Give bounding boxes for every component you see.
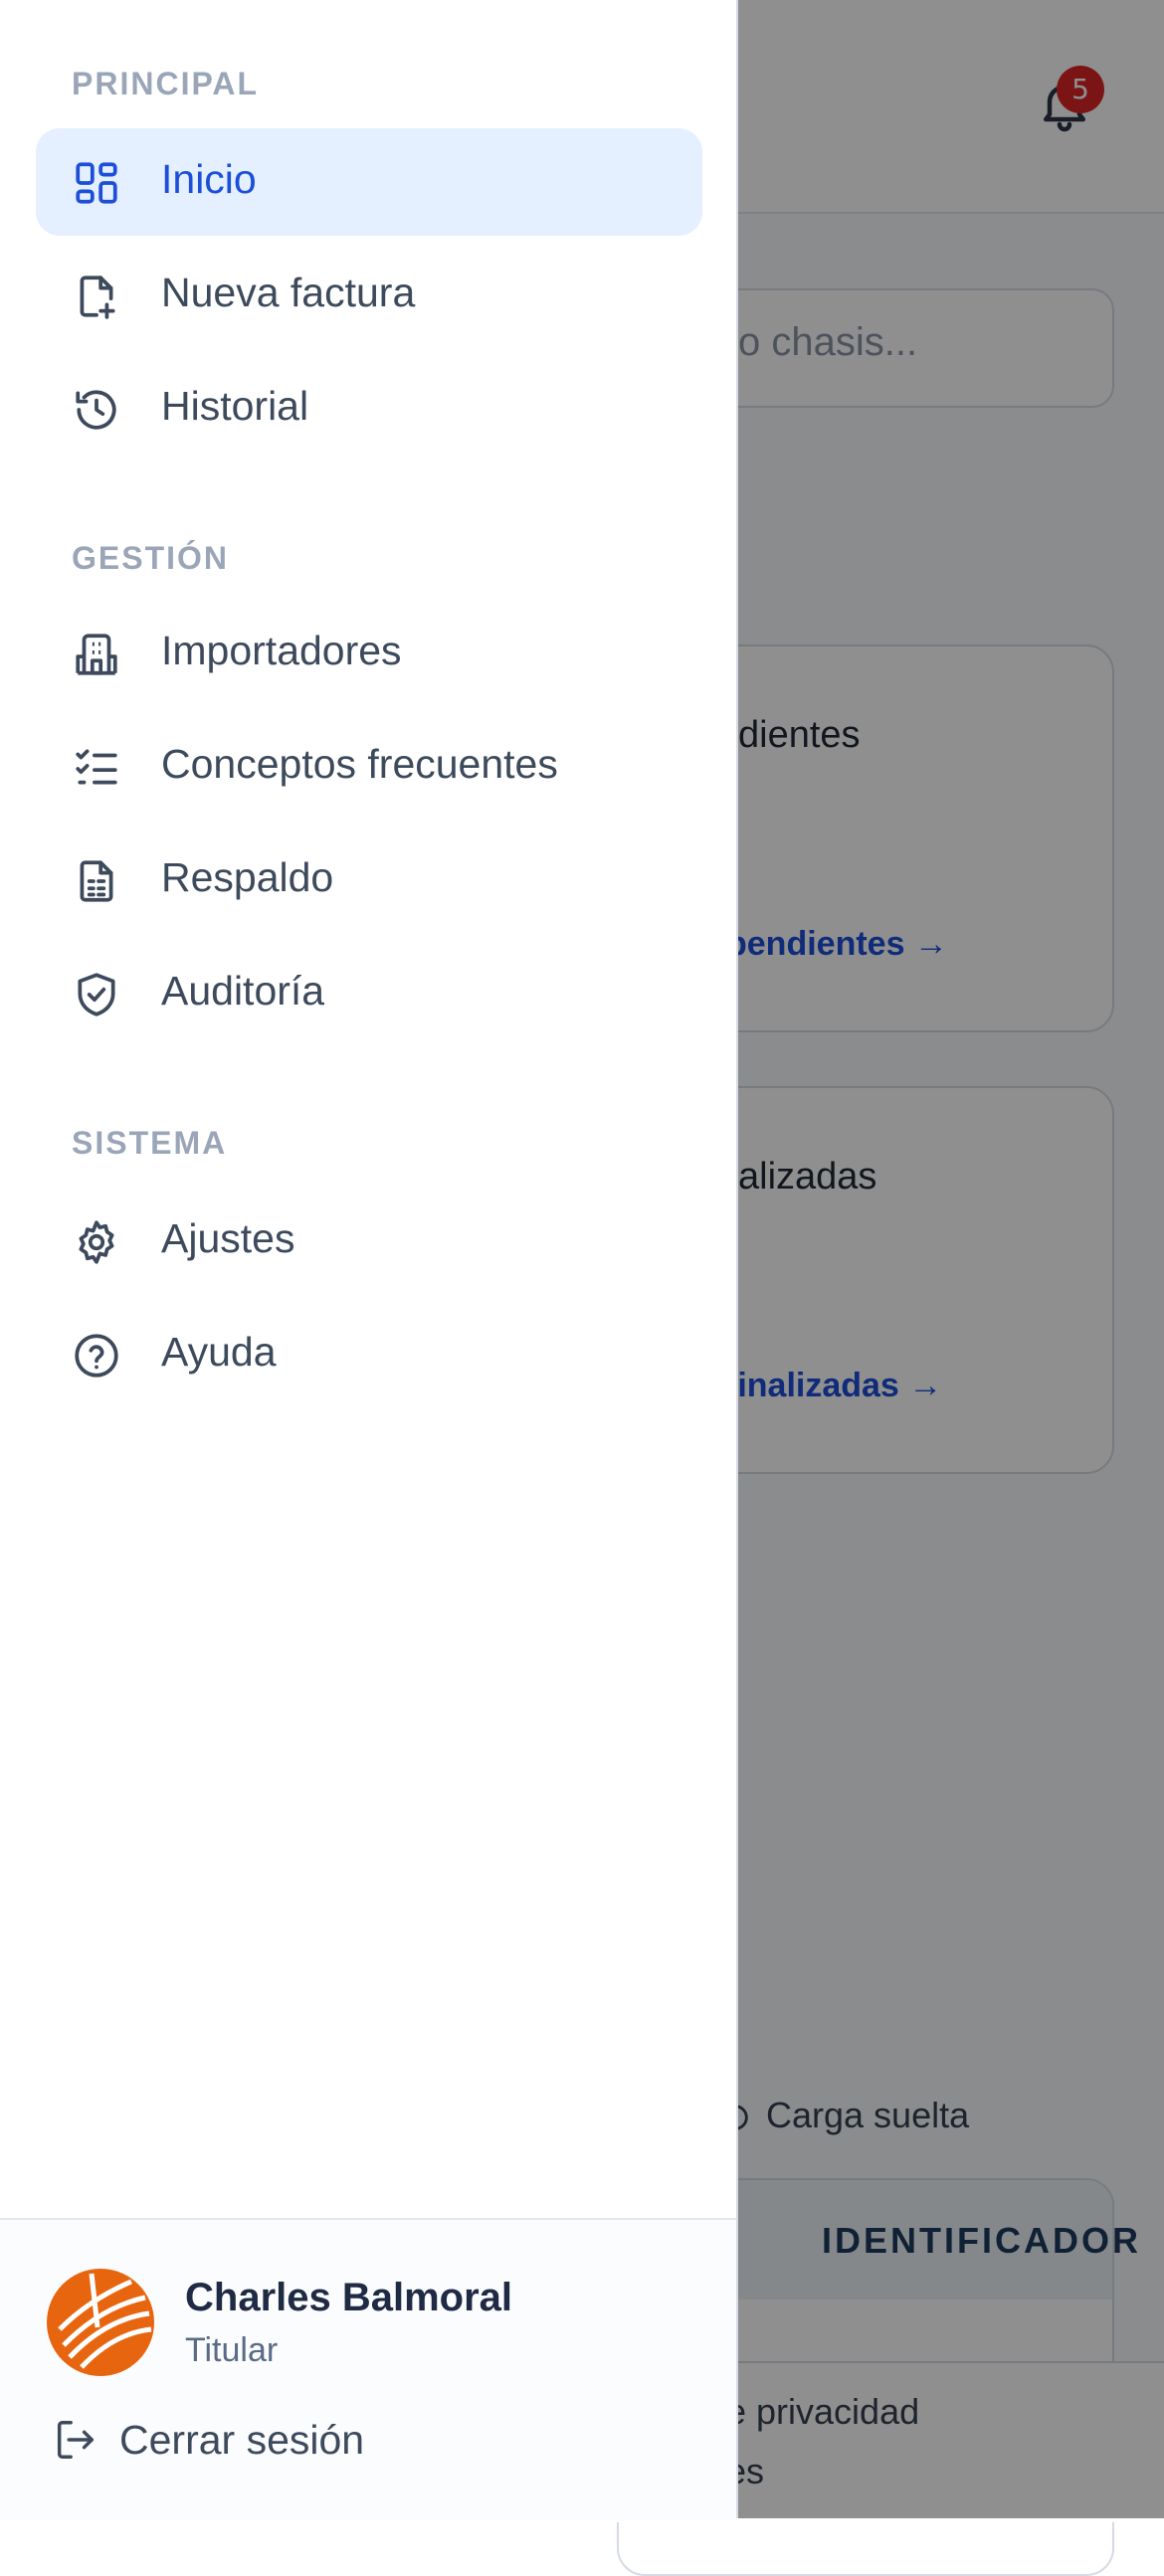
navigation-drawer: PRINCIPAL Inicio Nueva factura Historial…	[0, 0, 738, 2520]
nav-label-auditoria: Auditoría	[161, 968, 325, 1013]
nav-label-nueva-factura: Nueva factura	[161, 270, 416, 315]
nav-label-ayuda: Ayuda	[161, 1329, 277, 1375]
nav-item-nueva-factura[interactable]: Nueva factura	[36, 242, 702, 349]
user-name: Charles Balmoral	[185, 2276, 513, 2319]
logout-button[interactable]: Cerrar sesión	[46, 2407, 444, 2477]
nav-item-ajustes[interactable]: Ajustes	[36, 1188, 702, 1295]
logout-icon	[52, 2417, 97, 2463]
file-spreadsheet-icon	[72, 856, 121, 906]
nav-item-auditoria[interactable]: Auditoría	[36, 940, 702, 1047]
nav-label-conceptos-frecuentes: Conceptos frecuentes	[161, 741, 558, 787]
user-role: Titular	[185, 2331, 279, 2369]
nav-label-historial: Historial	[161, 383, 309, 429]
checklist-icon	[72, 743, 121, 793]
section-gestion: GESTIÓN	[72, 540, 230, 576]
nav-label-importadores: Importadores	[161, 628, 402, 673]
building-icon	[72, 630, 121, 679]
nav-item-importadores[interactable]: Importadores	[36, 600, 702, 707]
nav-label-inicio: Inicio	[161, 156, 257, 202]
logout-label: Cerrar sesión	[119, 2417, 365, 2463]
gear-icon	[72, 1217, 121, 1267]
nav-item-inicio[interactable]: Inicio	[36, 128, 702, 236]
avatar[interactable]	[46, 2268, 155, 2377]
nav-item-historial[interactable]: Historial	[36, 355, 702, 462]
nav-item-respaldo[interactable]: Respaldo	[36, 827, 702, 934]
section-principal: PRINCIPAL	[72, 66, 260, 101]
nav-label-respaldo: Respaldo	[161, 854, 334, 900]
shield-check-icon	[72, 970, 121, 1019]
help-circle-icon	[72, 1331, 121, 1380]
file-plus-icon	[72, 272, 121, 321]
nav-item-conceptos-frecuentes[interactable]: Conceptos frecuentes	[36, 713, 702, 821]
nav-label-ajustes: Ajustes	[161, 1215, 295, 1261]
nav-item-ayuda[interactable]: Ayuda	[36, 1301, 702, 1408]
dashboard-icon	[72, 158, 121, 208]
history-icon	[72, 385, 121, 435]
section-sistema: SISTEMA	[72, 1125, 228, 1161]
